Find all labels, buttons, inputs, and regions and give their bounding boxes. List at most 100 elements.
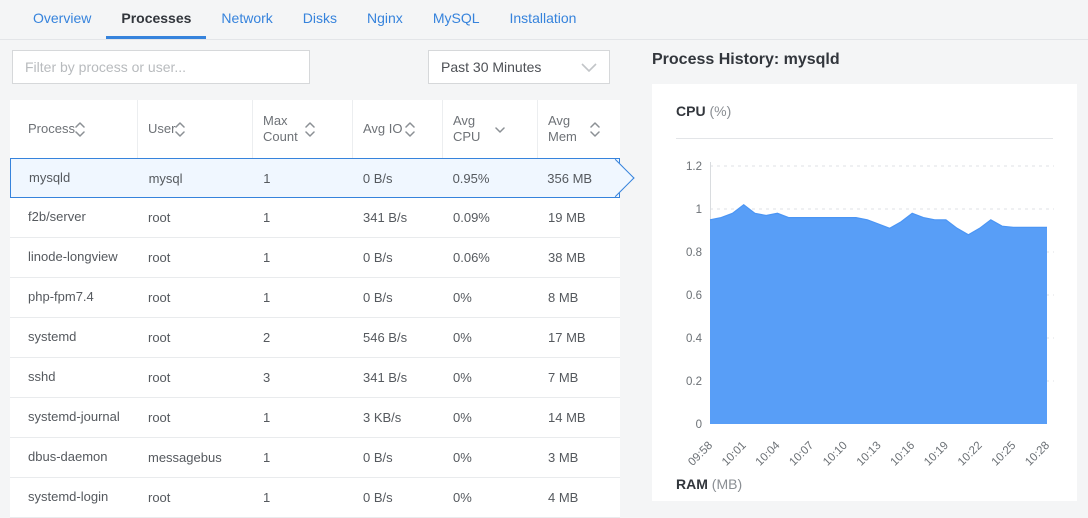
cpu-unit-label: (%) [709, 103, 731, 119]
column-label: Avg Mem [548, 113, 590, 146]
svg-text:0: 0 [696, 419, 702, 431]
sort-icon [75, 122, 85, 137]
svg-text:10:04: 10:04 [754, 439, 783, 468]
table-body: mysqldmysql10 B/s0.95%356 MBf2b/serverro… [10, 158, 620, 518]
cell-user: root [138, 290, 253, 305]
svg-text:0.8: 0.8 [686, 247, 702, 259]
sort-icon [175, 122, 185, 137]
cell-avg-cpu: 0% [443, 410, 538, 425]
ram-unit-label: (MB) [712, 476, 742, 492]
cell-process: sshd [10, 369, 138, 385]
tab-nginx[interactable]: Nginx [352, 0, 418, 39]
chevron-down-icon [581, 63, 597, 72]
column-header-process[interactable]: Process [10, 100, 138, 158]
table-header: Process User Max Count Avg IO Avg CPU Avg Mem [10, 100, 620, 158]
table-row-systemd-login[interactable]: systemd-loginroot10 B/s0%4 MB [10, 478, 620, 518]
cell-max-count: 1 [253, 490, 353, 505]
time-range-value: Past 30 Minutes [441, 59, 541, 75]
cpu-title-divider [676, 138, 1053, 139]
cell-max-count: 1 [253, 290, 353, 305]
svg-text:09:58: 09:58 [686, 440, 715, 469]
table-row-systemd-journal[interactable]: systemd-journalroot13 KB/s0%14 MB [10, 398, 620, 438]
sort-icon [305, 122, 315, 137]
cell-avg-mem: 7 MB [538, 370, 620, 385]
cell-avg-cpu: 0% [443, 290, 538, 305]
cell-user: root [138, 330, 253, 345]
svg-text:10:19: 10:19 [922, 440, 951, 469]
tab-installation[interactable]: Installation [495, 0, 592, 39]
cell-avg-cpu: 0.06% [443, 250, 538, 265]
table-row-php-fpm7-4[interactable]: php-fpm7.4root10 B/s0%8 MB [10, 278, 620, 318]
cell-avg-io: 0 B/s [353, 490, 443, 505]
svg-text:10:07: 10:07 [787, 440, 816, 469]
tab-mysql[interactable]: MySQL [418, 0, 495, 39]
svg-text:10:01: 10:01 [720, 440, 749, 469]
ram-label: RAM [676, 476, 708, 492]
cell-avg-mem: 17 MB [538, 330, 620, 345]
cell-user: root [138, 370, 253, 385]
tab-network[interactable]: Network [206, 0, 287, 39]
cell-avg-io: 341 B/s [353, 370, 443, 385]
cell-avg-io: 3 KB/s [353, 410, 443, 425]
table-row-mysqld[interactable]: mysqldmysql10 B/s0.95%356 MB [10, 158, 620, 198]
cell-avg-cpu: 0% [443, 490, 538, 505]
svg-text:1.2: 1.2 [686, 161, 702, 173]
cell-avg-cpu: 0% [443, 370, 538, 385]
table-row-linode-longview[interactable]: linode-longviewroot10 B/s0.06%38 MB [10, 238, 620, 278]
column-header-avg-mem[interactable]: Avg Mem [538, 100, 620, 158]
cell-avg-cpu: 0.09% [443, 210, 538, 225]
tab-overview[interactable]: Overview [18, 0, 106, 39]
cell-user: mysql [139, 171, 254, 186]
cell-avg-io: 0 B/s [353, 171, 443, 186]
tab-bar: OverviewProcessesNetworkDisksNginxMySQLI… [0, 0, 1088, 40]
cell-process: dbus-daemon [10, 449, 138, 465]
cpu-history-chart: 00.20.40.60.811.209:5810:0110:0410:0710:… [652, 84, 1077, 501]
cell-avg-mem: 19 MB [538, 210, 620, 225]
cell-process: systemd-journal [10, 409, 138, 425]
cell-avg-cpu: 0% [443, 450, 538, 465]
cell-avg-mem: 4 MB [538, 490, 620, 505]
cpu-chart-title: CPU (%) [676, 103, 731, 119]
process-history-title: Process History: mysqld [652, 51, 840, 69]
cell-user: root [138, 210, 253, 225]
table-row-f2b-server[interactable]: f2b/serverroot1341 B/s0.09%19 MB [10, 198, 620, 238]
cell-process: mysqld [11, 170, 139, 186]
svg-text:0.4: 0.4 [686, 333, 703, 345]
table-row-dbus-daemon[interactable]: dbus-daemonmessagebus10 B/s0%3 MB [10, 438, 620, 478]
svg-text:10:10: 10:10 [821, 440, 850, 469]
column-label: User [148, 121, 175, 137]
svg-text:1: 1 [696, 204, 702, 216]
cell-user: messagebus [138, 450, 253, 465]
column-header-max-count[interactable]: Max Count [253, 100, 353, 158]
cell-avg-mem: 356 MB [537, 171, 619, 186]
cell-process: linode-longview [10, 249, 138, 265]
cell-avg-cpu: 0% [443, 330, 538, 345]
table-row-sshd[interactable]: sshdroot3341 B/s0%7 MB [10, 358, 620, 398]
svg-text:0.6: 0.6 [686, 290, 702, 302]
column-header-avg-cpu[interactable]: Avg CPU [443, 100, 538, 158]
time-range-select[interactable]: Past 30 Minutes [428, 50, 610, 84]
cell-process: systemd [10, 329, 138, 345]
cell-max-count: 3 [253, 370, 353, 385]
svg-text:10:25: 10:25 [990, 440, 1019, 469]
column-header-avg-io[interactable]: Avg IO [353, 100, 443, 158]
table-row-systemd[interactable]: systemdroot2546 B/s0%17 MB [10, 318, 620, 358]
cpu-label: CPU [676, 103, 706, 119]
tab-disks[interactable]: Disks [288, 0, 352, 39]
column-label: Avg IO [363, 121, 405, 137]
process-filter-input[interactable] [12, 50, 310, 84]
tab-processes[interactable]: Processes [106, 0, 206, 39]
column-header-user[interactable]: User [138, 100, 253, 158]
cell-process: php-fpm7.4 [10, 289, 138, 305]
cell-process: systemd-login [10, 489, 138, 505]
svg-text:10:16: 10:16 [888, 440, 917, 469]
cell-avg-io: 0 B/s [353, 250, 443, 265]
sort-icon [590, 122, 600, 137]
cell-user: root [138, 490, 253, 505]
cell-max-count: 1 [253, 210, 353, 225]
cell-avg-mem: 3 MB [538, 450, 620, 465]
svg-text:10:22: 10:22 [956, 440, 985, 469]
process-table: Process User Max Count Avg IO Avg CPU Avg Mem… [10, 100, 620, 518]
svg-text:10:13: 10:13 [855, 440, 884, 469]
sort-icon [405, 122, 415, 137]
